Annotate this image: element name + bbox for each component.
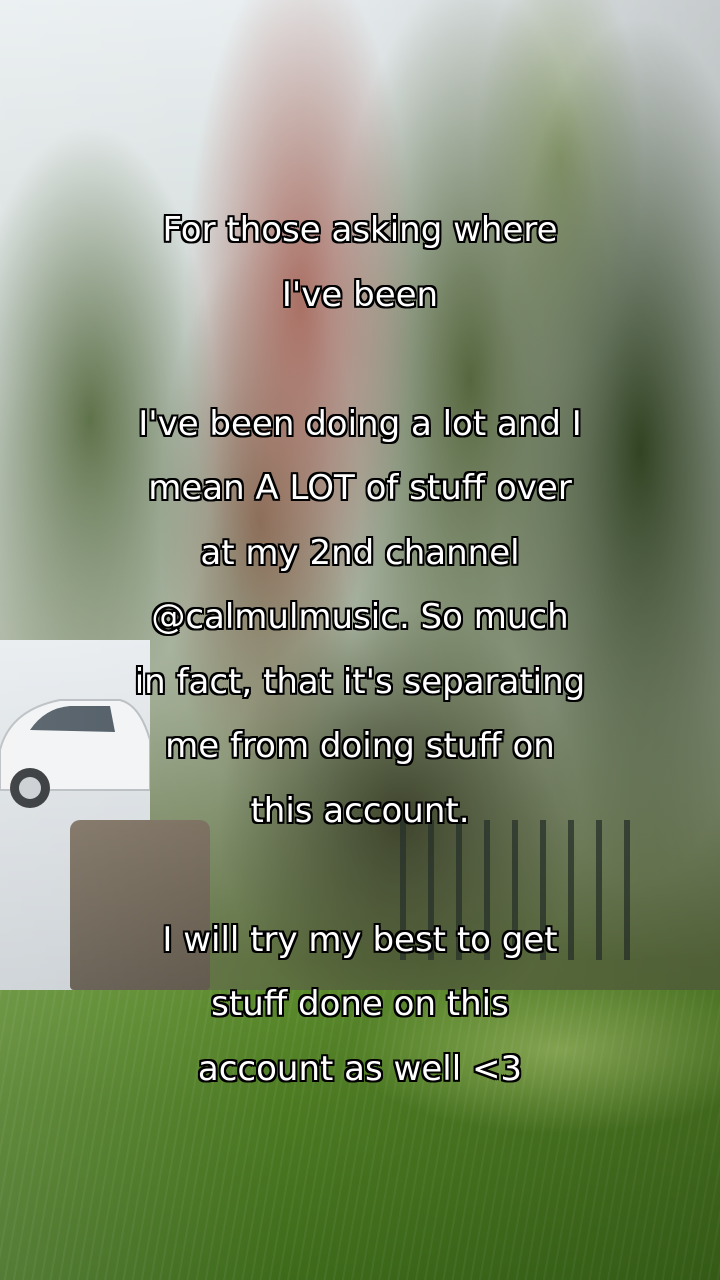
caption-line: account as well <3 bbox=[197, 1048, 523, 1089]
caption-line: stuff done on this bbox=[211, 984, 509, 1024]
video-caption: For those asking where I've been I've be… bbox=[70, 198, 650, 1101]
caption-line: @calmulmusic. So much bbox=[151, 597, 569, 637]
caption-line: at my 2nd channel bbox=[200, 532, 520, 573]
video-background-scene: For those asking where I've been I've be… bbox=[0, 0, 720, 1280]
caption-line: For those asking where bbox=[162, 210, 558, 250]
caption-line: I've been bbox=[281, 274, 439, 315]
caption-line: mean A LOT of stuff over bbox=[148, 468, 572, 508]
caption-line: I will try my best to get bbox=[162, 919, 558, 960]
caption-line: me from doing stuff on bbox=[165, 726, 555, 766]
caption-line: this account. bbox=[250, 790, 470, 831]
caption-line: I've been doing a lot and I bbox=[138, 403, 582, 444]
caption-line: in fact, that it's separating bbox=[134, 661, 586, 702]
